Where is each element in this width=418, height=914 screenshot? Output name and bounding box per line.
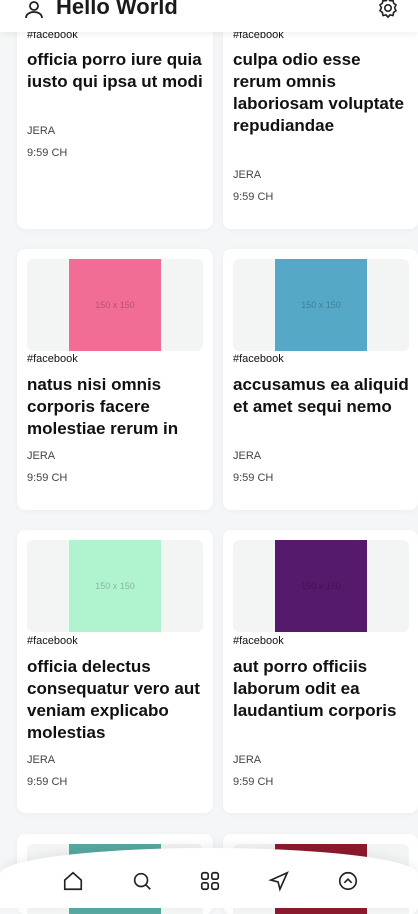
post-card[interactable]: 150 x 150 #facebook officia delectus con… <box>17 530 213 813</box>
post-title[interactable]: aut porro officiis laborum odit ea lauda… <box>233 656 412 722</box>
app-header: Hello World <box>0 0 418 32</box>
post-time: 9:59 CH <box>27 776 68 788</box>
post-author: JERA <box>233 169 262 181</box>
placeholder-image: 150 x 150 <box>275 259 367 351</box>
profile-icon[interactable] <box>337 870 359 892</box>
post-title[interactable]: officia delectus consequatur vero aut ve… <box>27 656 207 744</box>
post-tag[interactable]: #facebook <box>27 635 78 647</box>
send-icon[interactable] <box>268 870 290 892</box>
placeholder-image: 150 x 150 <box>69 259 161 351</box>
post-tag[interactable]: #facebook <box>233 635 284 647</box>
post-card[interactable]: 150 x 150 #facebook aut porro officiis l… <box>223 530 418 813</box>
post-author: JERA <box>27 754 56 766</box>
grid-icon[interactable] <box>199 870 221 892</box>
post-tag[interactable]: #facebook <box>233 353 284 365</box>
users-icon[interactable] <box>22 0 46 22</box>
post-time: 9:59 CH <box>27 472 68 484</box>
post-time: 9:59 CH <box>233 191 274 203</box>
post-thumbnail[interactable]: 150 x 150 <box>233 259 409 351</box>
post-time: 9:59 CH <box>233 776 274 788</box>
placeholder-image: 150 x 150 <box>69 540 161 632</box>
post-thumbnail[interactable]: 150 x 150 <box>27 540 203 632</box>
post-author: JERA <box>233 450 262 462</box>
post-title[interactable]: culpa odio esse rerum omnis laboriosam v… <box>233 49 412 137</box>
search-icon[interactable] <box>131 870 153 892</box>
home-icon[interactable] <box>62 870 84 892</box>
post-thumbnail[interactable]: 150 x 150 <box>27 259 203 351</box>
post-title[interactable]: accusamus ea aliquid et amet sequi nemo <box>233 374 412 418</box>
bottom-navigation <box>0 848 418 908</box>
post-thumbnail[interactable]: 150 x 150 <box>233 540 409 632</box>
post-card[interactable]: 150 x 150 #facebook natus nisi omnis cor… <box>17 249 213 510</box>
post-author: JERA <box>233 754 262 766</box>
placeholder-image: 150 x 150 <box>275 540 367 632</box>
post-title[interactable]: natus nisi omnis corporis facere molesti… <box>27 374 207 440</box>
gear-icon[interactable] <box>376 0 400 20</box>
post-card[interactable]: #facebook officia porro iure quia iusto … <box>17 0 213 229</box>
post-tag[interactable]: #facebook <box>27 353 78 365</box>
page-title: Hello World <box>56 0 178 19</box>
post-time: 9:59 CH <box>27 147 68 159</box>
post-author: JERA <box>27 125 56 137</box>
post-time: 9:59 CH <box>233 472 274 484</box>
post-title[interactable]: officia porro iure quia iusto qui ipsa u… <box>27 49 207 93</box>
post-card[interactable]: #facebook culpa odio esse rerum omnis la… <box>223 0 418 229</box>
post-card[interactable]: 150 x 150 #facebook accusamus ea aliquid… <box>223 249 418 510</box>
post-author: JERA <box>27 450 56 462</box>
